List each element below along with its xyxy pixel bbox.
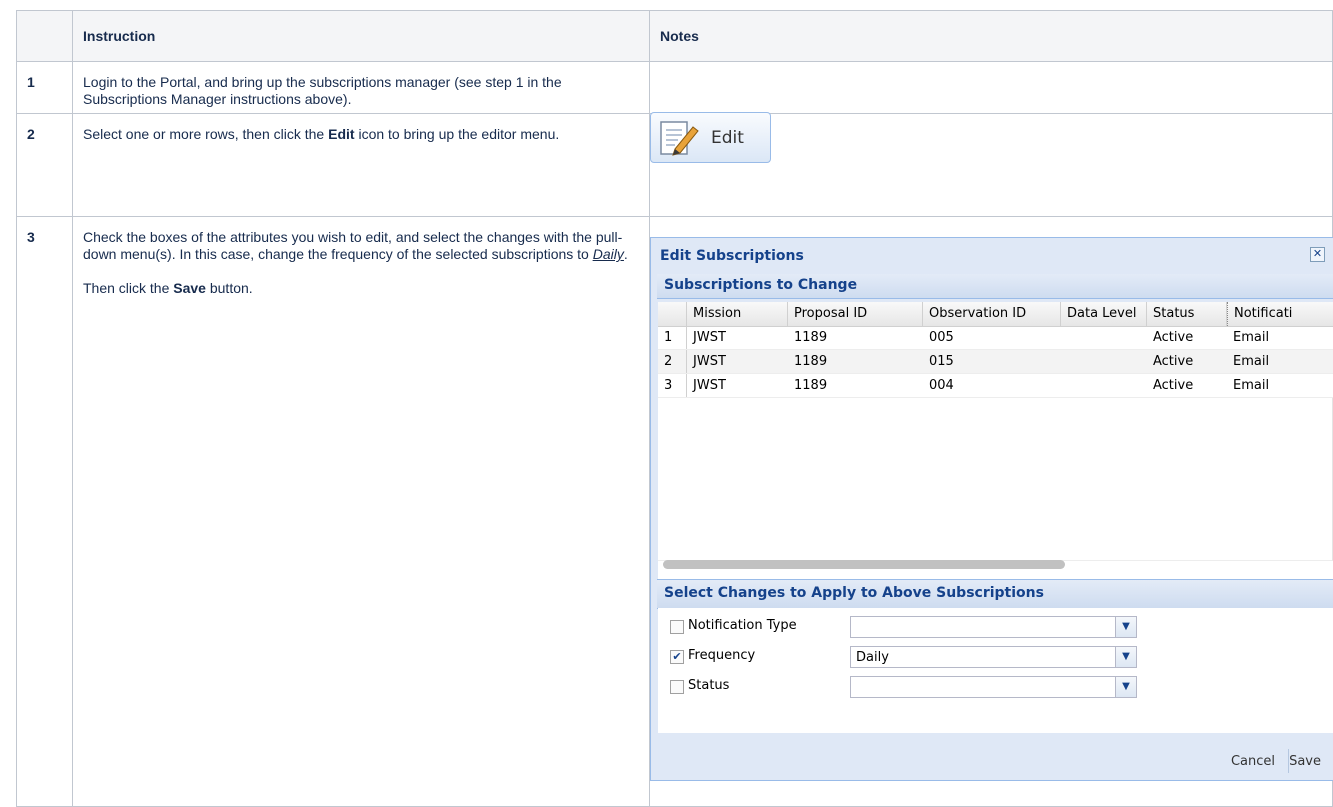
row-number: 2 (658, 350, 687, 373)
horizontal-scrollbar[interactable] (663, 560, 1065, 569)
column-proposal-id[interactable]: Proposal ID (788, 302, 923, 326)
close-icon[interactable]: ✕ (1310, 247, 1325, 262)
row-number: 3 (658, 374, 687, 397)
table-row[interactable]: 3 JWST 1189 004 Active Email (658, 374, 1333, 398)
cell-data-level (1061, 350, 1067, 373)
dialog-title: Edit Subscriptions (660, 248, 804, 264)
subscriptions-grid: Mission Proposal ID Observation ID Data … (658, 302, 1333, 579)
cell-proposal-id: 1189 (794, 378, 828, 393)
cell-status: Active (1153, 354, 1194, 369)
table-row: 1 Login to the Portal, and bring up the … (16, 61, 1333, 114)
save-button[interactable]: Save (1289, 754, 1321, 769)
cell-proposal-id: 1189 (794, 330, 828, 345)
subscriptions-panel-title: Subscriptions to Change (664, 277, 858, 293)
chevron-down-icon[interactable]: ▼ (1115, 677, 1136, 697)
column-status[interactable]: Status (1147, 302, 1227, 326)
dialog-footer: Cancel Save (651, 743, 1333, 780)
chevron-down-icon[interactable]: ▼ (1115, 617, 1136, 637)
frequency-label: Frequency (688, 648, 756, 663)
table-row[interactable]: 1 JWST 1189 005 Active Email (658, 326, 1333, 350)
grid-header: Mission Proposal ID Observation ID Data … (658, 302, 1333, 327)
page: Instruction Notes 1 Login to the Portal,… (0, 0, 1333, 807)
cell-notification: Email (1233, 378, 1270, 393)
table-row[interactable]: 2 JWST 1189 015 Active Email (658, 350, 1333, 374)
step-number: 2 (27, 126, 35, 142)
grid-header-rownum (658, 302, 687, 326)
cell-notification: Email (1233, 330, 1270, 345)
edit-document-pencil-icon (660, 120, 699, 156)
changes-panel-header: Select Changes to Apply to Above Subscri… (657, 579, 1333, 609)
notification-type-label: Notification Type (688, 618, 797, 633)
notification-type-checkbox[interactable] (670, 620, 684, 634)
step-text: Login to the Portal, and bring up the su… (83, 74, 562, 107)
column-observation-id[interactable]: Observation ID (923, 302, 1061, 326)
status-select[interactable]: ▼ (850, 676, 1137, 698)
column-notification[interactable]: Notificati (1227, 302, 1333, 326)
column-data-level[interactable]: Data Level (1061, 302, 1147, 326)
status-label: Status (688, 678, 730, 693)
cell-proposal-id: 1189 (794, 354, 828, 369)
cell-observation-id: 004 (929, 378, 954, 393)
column-mission[interactable]: Mission (687, 302, 788, 326)
cell-status: Active (1153, 378, 1194, 393)
cell-observation-id: 015 (929, 354, 954, 369)
changes-form: Notification Type ▼ ✔ Frequency Daily ▼ … (658, 608, 1333, 733)
changes-panel-title: Select Changes to Apply to Above Subscri… (664, 585, 1044, 601)
row-number: 1 (658, 326, 687, 349)
cell-observation-id: 005 (929, 330, 954, 345)
step-number: 3 (27, 229, 35, 245)
cell-data-level (1061, 326, 1067, 349)
header-notes: Notes (649, 10, 1333, 62)
frequency-checkbox[interactable]: ✔ (670, 650, 684, 664)
edit-subscriptions-dialog: Edit Subscriptions ✕ Subscriptions to Ch… (650, 237, 1333, 781)
header-instruction: Instruction (72, 10, 650, 62)
daily-link[interactable]: Daily (593, 246, 624, 262)
notification-type-select[interactable]: ▼ (850, 616, 1137, 638)
cell-mission: JWST (693, 378, 726, 393)
frequency-select[interactable]: Daily ▼ (850, 646, 1137, 668)
step-text: Select one or more rows, then click the … (83, 126, 560, 142)
dialog-title-bar: Edit Subscriptions ✕ (651, 238, 1333, 274)
status-checkbox[interactable] (670, 680, 684, 694)
subscriptions-panel-header: Subscriptions to Change (657, 274, 1333, 299)
cell-mission: JWST (693, 354, 726, 369)
cell-notification: Email (1233, 354, 1270, 369)
cancel-button[interactable]: Cancel (1231, 754, 1275, 769)
cell-status: Active (1153, 330, 1194, 345)
step-text: Check the boxes of the attributes you wi… (83, 229, 628, 296)
cell-mission: JWST (693, 330, 726, 345)
chevron-down-icon[interactable]: ▼ (1115, 647, 1136, 667)
step-number: 1 (27, 74, 35, 90)
cell-data-level (1061, 374, 1067, 397)
header-number (16, 10, 73, 62)
frequency-value: Daily (856, 650, 889, 665)
grid-empty-area (658, 398, 1333, 561)
edit-button-label: Edit (711, 127, 744, 148)
edit-button[interactable]: Edit (650, 112, 771, 163)
